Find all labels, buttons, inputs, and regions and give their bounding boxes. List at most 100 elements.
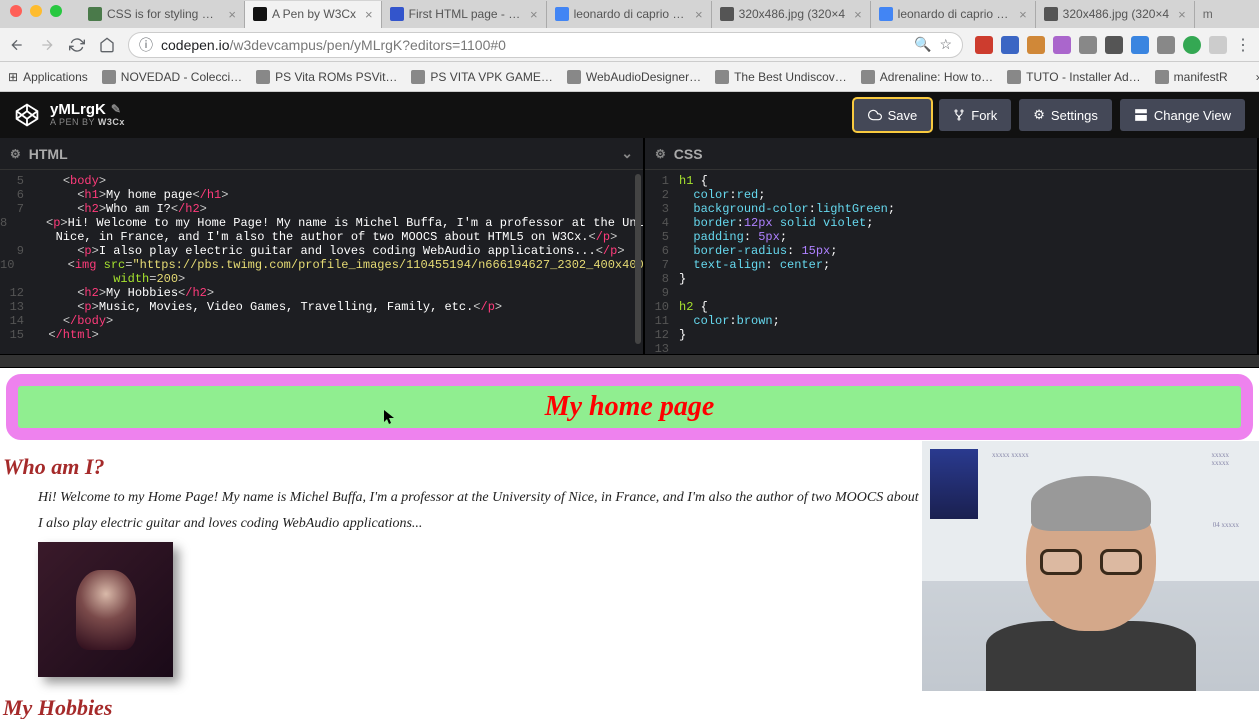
browser-toolbar: ⓘ codepen.io/w3devcampus/pen/yMLrgK?edit… xyxy=(0,28,1259,62)
favicon-icon xyxy=(861,70,875,84)
bookmark-item[interactable]: PS Vita ROMs PSVit… xyxy=(256,70,397,84)
favicon-icon xyxy=(1044,7,1058,21)
bookmark-item[interactable]: Adrenaline: How to… xyxy=(861,70,993,84)
fork-button[interactable]: Fork xyxy=(939,99,1011,131)
site-info-icon[interactable]: ⓘ xyxy=(139,35,153,55)
tab-label: 320x486.jpg (320×4 xyxy=(1063,7,1169,21)
css-editor-pane: ⚙CSS 1h1 {2 color:red;3 background-color… xyxy=(645,138,1259,354)
favicon-icon xyxy=(411,70,425,84)
bookmark-item[interactable]: WebAudioDesigner… xyxy=(567,70,701,84)
reload-button[interactable] xyxy=(68,36,86,54)
menu-icon[interactable]: ⋮ xyxy=(1235,35,1251,55)
code-line: 4 border:12px solid violet; xyxy=(645,216,1257,230)
bookmark-item[interactable]: The Best Undiscov… xyxy=(715,70,847,84)
html-code-editor[interactable]: 5 <body>6 <h1>My home page</h1>7 <h2>Who… xyxy=(0,170,643,354)
extension-icon[interactable] xyxy=(1053,36,1071,54)
extension-icon[interactable] xyxy=(975,36,993,54)
back-button[interactable] xyxy=(8,36,26,54)
horizontal-resize-handle[interactable] xyxy=(0,354,1259,368)
extension-icon[interactable] xyxy=(1079,36,1097,54)
html-pane-label: HTML xyxy=(29,146,68,162)
layout-icon xyxy=(1134,108,1148,122)
html-pane-header: ⚙ HTML ⌄ xyxy=(0,138,643,170)
cloud-icon xyxy=(868,108,882,122)
browser-tab[interactable]: leonardo di caprio - R× xyxy=(547,1,712,28)
bookmark-label: NOVEDAD - Colecci… xyxy=(121,70,242,84)
home-button[interactable] xyxy=(98,36,116,54)
save-button[interactable]: Save xyxy=(854,99,932,131)
extension-icon[interactable] xyxy=(1209,36,1227,54)
bookmark-item[interactable]: NOVEDAD - Colecci… xyxy=(102,70,242,84)
favicon-icon xyxy=(102,70,116,84)
gear-icon[interactable]: ⚙ xyxy=(10,147,21,161)
code-line: width=200> xyxy=(0,272,643,286)
code-line: 6 <h1>My home page</h1> xyxy=(0,188,643,202)
close-tab-icon[interactable]: × xyxy=(854,7,862,22)
browser-tab[interactable]: First HTML page - JS × xyxy=(382,1,547,28)
browser-tab[interactable]: A Pen by W3Cx × xyxy=(245,1,382,28)
browser-tab[interactable]: 320x486.jpg (320×4 × xyxy=(712,1,871,28)
extension-icon[interactable] xyxy=(1001,36,1019,54)
close-tab-icon[interactable]: × xyxy=(530,7,538,22)
favicon-icon xyxy=(1007,70,1021,84)
extension-icon[interactable] xyxy=(1027,36,1045,54)
profile-icon[interactable] xyxy=(1183,36,1201,54)
bookmark-item[interactable]: manifestR xyxy=(1155,70,1228,84)
grid-icon: ⊞ xyxy=(8,70,18,84)
code-line: 7 text-align: center; xyxy=(645,258,1257,272)
code-line: Nice, in France, and I'm also the author… xyxy=(0,230,643,244)
bookmark-label: PS VITA VPK GAME… xyxy=(430,70,552,84)
close-tab-icon[interactable]: × xyxy=(228,7,236,22)
css-pane-header: ⚙CSS xyxy=(645,138,1257,170)
apps-button[interactable]: ⊞Applications xyxy=(8,70,88,84)
browser-tab[interactable]: CSS is for styling Unit× xyxy=(80,1,245,28)
edit-title-icon[interactable]: ✎ xyxy=(111,103,121,116)
close-tab-icon[interactable]: × xyxy=(695,7,703,22)
address-bar[interactable]: ⓘ codepen.io/w3devcampus/pen/yMLrgK?edit… xyxy=(128,32,963,58)
extension-icon[interactable] xyxy=(1131,36,1149,54)
extension-icon[interactable] xyxy=(1105,36,1123,54)
change-view-button[interactable]: Change View xyxy=(1120,99,1245,131)
close-tab-icon[interactable]: × xyxy=(1019,7,1027,22)
close-tab-icon[interactable]: × xyxy=(365,7,373,22)
codepen-header: yMLrgK✎ A PEN BY W3Cx Save Fork ⚙Setting… xyxy=(0,92,1259,138)
url-text: codepen.io/w3devcampus/pen/yMLrgK?editor… xyxy=(161,37,906,53)
browser-tab-bar: CSS is for styling Unit×A Pen by W3Cx×Fi… xyxy=(0,0,1259,28)
tab-label: A Pen by W3Cx xyxy=(272,7,356,21)
favicon-icon xyxy=(390,7,404,21)
bookmarks-bar: ⊞Applications NOVEDAD - Colecci… PS Vita R… xyxy=(0,62,1259,92)
mac-close-button[interactable] xyxy=(10,5,22,17)
preview-profile-image xyxy=(38,542,173,677)
code-line: 9 xyxy=(645,286,1257,300)
code-line: 8} xyxy=(645,272,1257,286)
bookmark-star-icon[interactable]: ☆ xyxy=(939,36,952,53)
close-tab-icon[interactable]: × xyxy=(1178,7,1186,22)
zoom-icon[interactable]: 🔍 xyxy=(914,36,931,53)
favicon-icon xyxy=(720,7,734,21)
bookmark-item[interactable]: TUTO - Installer Ad… xyxy=(1007,70,1140,84)
new-tab-button[interactable]: m xyxy=(1195,7,1221,21)
editor-row: ⚙ HTML ⌄ 5 <body>6 <h1>My home page</h1>7… xyxy=(0,138,1259,354)
gear-icon: ⚙ xyxy=(1033,107,1045,123)
tab-label: 320x486.jpg (320×4 xyxy=(739,7,845,21)
tab-label: First HTML page - JS xyxy=(409,7,521,21)
browser-tab[interactable]: leonardo di caprio - R × xyxy=(871,1,1036,28)
cast-icon[interactable] xyxy=(1157,36,1175,54)
preview-h1: My home page xyxy=(6,374,1253,440)
bookmark-item[interactable]: PS VITA VPK GAME… xyxy=(411,70,552,84)
favicon-icon xyxy=(555,7,569,21)
mac-minimize-button[interactable] xyxy=(30,5,42,17)
favicon-icon xyxy=(567,70,581,84)
mac-maximize-button[interactable] xyxy=(50,5,62,17)
scrollbar[interactable] xyxy=(635,174,641,344)
pen-title[interactable]: yMLrgK xyxy=(50,102,106,119)
gear-icon[interactable]: ⚙ xyxy=(655,147,666,161)
bookmark-label: The Best Undiscov… xyxy=(734,70,847,84)
tab-label: leonardo di caprio - R xyxy=(898,7,1010,21)
forward-button[interactable] xyxy=(38,36,56,54)
bookmark-label: TUTO - Installer Ad… xyxy=(1026,70,1140,84)
settings-button[interactable]: ⚙Settings xyxy=(1019,99,1112,131)
css-code-editor[interactable]: 1h1 {2 color:red;3 background-color:ligh… xyxy=(645,170,1257,354)
chevron-down-icon[interactable]: ⌄ xyxy=(621,145,633,162)
browser-tab[interactable]: 320x486.jpg (320×4 × xyxy=(1036,1,1195,28)
